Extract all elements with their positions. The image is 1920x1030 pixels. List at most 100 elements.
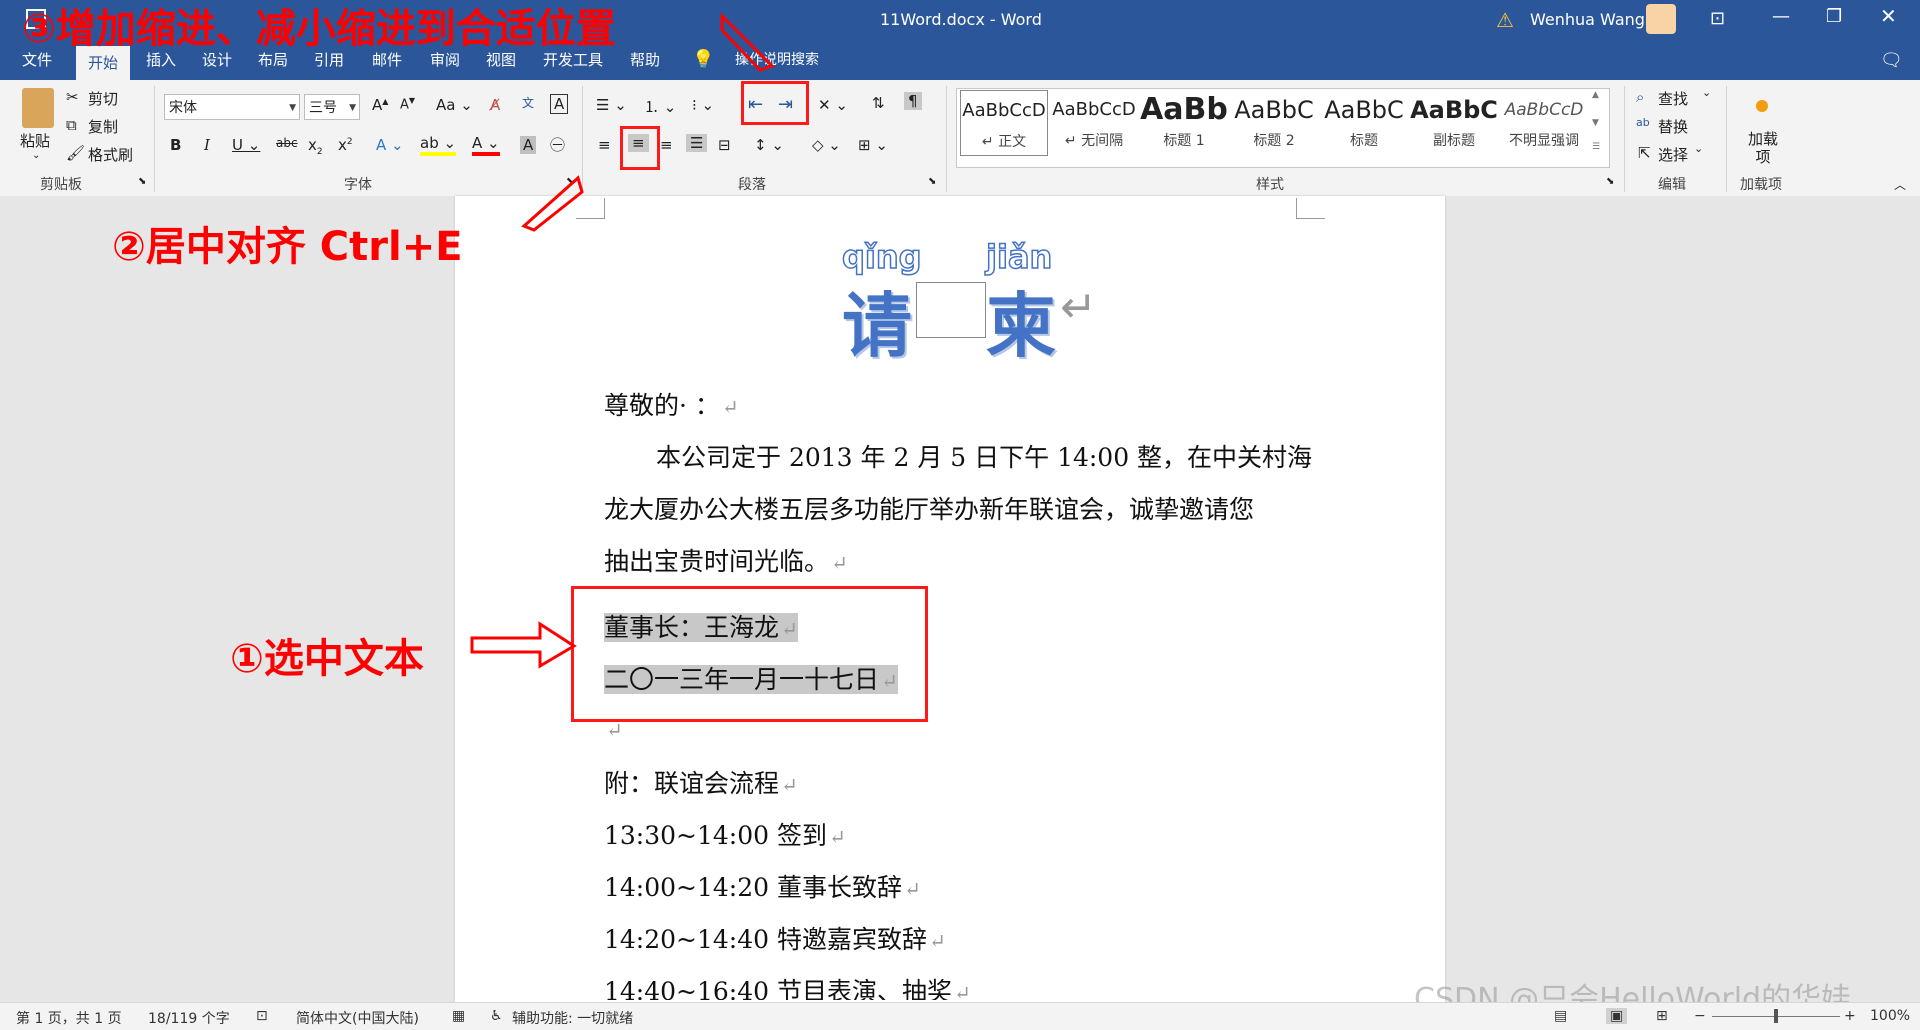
- print-layout-icon[interactable]: ▣: [1606, 1008, 1628, 1024]
- paste-button[interactable]: 粘贴: [20, 130, 50, 151]
- font-color-icon[interactable]: A ⌄: [472, 134, 500, 156]
- borders-icon[interactable]: ⊞ ⌄: [858, 136, 888, 154]
- body-line-1[interactable]: 本公司定于 2013 年 2 月 5 日下午 14:00 整，在中关村海: [656, 438, 1312, 474]
- clipboard-launcher-icon[interactable]: ⬊: [138, 176, 146, 187]
- addins-icon[interactable]: [1756, 100, 1768, 112]
- cut-icon[interactable]: ✂: [66, 88, 79, 106]
- italic-icon[interactable]: I: [204, 136, 210, 154]
- paste-dropdown-icon[interactable]: ⌄: [32, 150, 40, 161]
- style-subtitle[interactable]: AaBbC 副标题: [1410, 90, 1498, 156]
- find-button[interactable]: 查找: [1658, 88, 1688, 109]
- copy-icon[interactable]: ⧉: [66, 116, 77, 134]
- char-border-icon[interactable]: A: [550, 94, 569, 114]
- schedule-line[interactable]: 13:30~14:00 签到 ↵: [604, 816, 846, 852]
- accessibility-status[interactable]: 辅助功能: 一切就绪: [512, 1008, 633, 1028]
- numbering-icon[interactable]: ⒈ ⌄: [644, 96, 676, 117]
- find-icon[interactable]: ⌕: [1636, 88, 1644, 106]
- page-count[interactable]: 第 1 页，共 1 页: [16, 1008, 122, 1028]
- body-line-3[interactable]: 抽出宝贵时间光临。 ↵: [604, 542, 848, 578]
- salutation-line[interactable]: 尊敬的· ： ↵: [604, 386, 739, 422]
- format-painter-button[interactable]: 格式刷: [88, 144, 133, 165]
- avatar[interactable]: [1646, 4, 1676, 34]
- font-name-combo[interactable]: 宋体 ▼: [164, 94, 300, 120]
- select-button[interactable]: 选择: [1658, 144, 1688, 165]
- shrink-font-icon[interactable]: A▼: [400, 96, 415, 112]
- schedule-line[interactable]: 14:40~16:40 节目表演、抽奖 ↵: [604, 972, 971, 1000]
- collapse-ribbon-icon[interactable]: ︿: [1894, 176, 1906, 193]
- shading-icon[interactable]: ◇ ⌄: [812, 136, 841, 154]
- chinese-layout-icon[interactable]: ✕ ⌄: [818, 96, 848, 114]
- styles-launcher-icon[interactable]: ⬊: [1606, 176, 1614, 187]
- proofing-icon[interactable]: ⊡: [256, 1008, 268, 1024]
- cut-button[interactable]: 剪切: [88, 88, 118, 109]
- close-icon[interactable]: ✕: [1880, 4, 1897, 28]
- attach-line[interactable]: 附：联谊会流程 ↵: [604, 764, 798, 800]
- style-name: ↵ 无间隔: [1064, 133, 1124, 149]
- word-count[interactable]: 18/119 个字: [148, 1008, 230, 1028]
- schedule-line[interactable]: 14:00~14:20 董事长致辞 ↵: [604, 868, 921, 904]
- restore-icon[interactable]: ❐: [1826, 6, 1842, 27]
- justify-icon[interactable]: ☰: [686, 134, 708, 152]
- bold-icon[interactable]: B: [170, 136, 181, 154]
- multilevel-list-icon[interactable]: ⁝ ⌄: [692, 96, 714, 114]
- style-heading2[interactable]: AaBbC 标题 2: [1230, 90, 1318, 156]
- line-spacing-icon[interactable]: ↕ ⌄: [754, 136, 784, 154]
- user-name[interactable]: Wenhua Wang: [1530, 10, 1645, 29]
- phonetic-guide-icon[interactable]: 文: [522, 94, 534, 111]
- subscript-icon[interactable]: x2: [308, 136, 323, 157]
- schedule-line[interactable]: 14:20~14:40 特邀嘉宾致辞 ↵: [604, 920, 946, 956]
- minimize-icon[interactable]: —: [1772, 6, 1790, 27]
- annotation-step3: ③增加缩进、减小缩进到合适位置: [22, 6, 616, 52]
- distributed-icon[interactable]: ⊟: [718, 136, 731, 154]
- tab-help[interactable]: 帮助: [620, 40, 670, 80]
- font-size-combo[interactable]: 三号 ▼: [304, 94, 360, 120]
- read-mode-icon[interactable]: ▤: [1554, 1008, 1567, 1024]
- show-marks-icon[interactable]: ¶: [904, 92, 922, 110]
- highlight-icon[interactable]: ab ⌄: [420, 134, 457, 156]
- change-case-icon[interactable]: Aa ⌄: [436, 96, 473, 114]
- align-right-icon[interactable]: ≡: [660, 136, 673, 154]
- addins-button[interactable]: 加载项: [1748, 130, 1778, 166]
- sort-icon[interactable]: ⇅: [872, 94, 885, 112]
- enclose-char-icon[interactable]: ㊀: [550, 134, 565, 155]
- styles-scroll-up-icon[interactable]: ▲: [1592, 90, 1599, 100]
- superscript-icon[interactable]: x2: [338, 136, 353, 154]
- replace-button[interactable]: 替换: [1658, 116, 1688, 137]
- style-name: 副标题: [1433, 133, 1475, 149]
- ribbon-display-icon[interactable]: ⊡: [1710, 8, 1725, 29]
- paste-icon[interactable]: [22, 88, 54, 128]
- web-layout-icon[interactable]: ⊞: [1656, 1008, 1668, 1024]
- replace-icon[interactable]: ab: [1636, 116, 1650, 129]
- bullets-icon[interactable]: ☰ ⌄: [596, 96, 627, 114]
- style-heading1[interactable]: AaBb 标题 1: [1140, 90, 1228, 156]
- grow-font-icon[interactable]: A▲: [372, 96, 388, 114]
- strikethrough-icon[interactable]: abc: [276, 136, 298, 150]
- text-effects-icon[interactable]: A ⌄: [376, 136, 404, 154]
- char-shading-icon[interactable]: A: [520, 136, 537, 154]
- body-line-2[interactable]: 龙大厦办公大楼五层多功能厅举办新年联谊会，诚挚邀请您: [604, 490, 1254, 526]
- style-normal[interactable]: AaBbCcD ↵ 正文: [960, 90, 1048, 156]
- styles-more-icon[interactable]: ☰: [1592, 142, 1600, 152]
- zoom-out-icon[interactable]: −: [1694, 1008, 1706, 1024]
- copy-button[interactable]: 复制: [88, 116, 118, 137]
- accessibility-icon[interactable]: ♿: [490, 1008, 503, 1024]
- find-dropdown-icon[interactable]: ⌄: [1702, 86, 1711, 99]
- format-painter-icon[interactable]: 🖌: [66, 144, 85, 162]
- style-subtle-emphasis[interactable]: AaBbCcD 不明显强调: [1500, 90, 1588, 156]
- comments-icon[interactable]: 🗨: [1880, 50, 1903, 71]
- macro-icon[interactable]: ▦: [452, 1008, 465, 1024]
- style-title[interactable]: AaBbC 标题: [1320, 90, 1408, 156]
- align-left-icon[interactable]: ≡: [598, 136, 611, 154]
- zoom-level[interactable]: 100%: [1870, 1008, 1910, 1024]
- select-dropdown-icon[interactable]: ⌄: [1694, 142, 1703, 155]
- language[interactable]: 简体中文(中国大陆): [296, 1008, 419, 1028]
- paragraph-launcher-icon[interactable]: ⬊: [928, 176, 936, 187]
- warning-icon[interactable]: ⚠: [1496, 8, 1514, 32]
- clear-format-icon[interactable]: A̸: [490, 96, 500, 114]
- underline-icon[interactable]: U ⌄: [232, 136, 260, 154]
- zoom-slider-thumb[interactable]: [1774, 1009, 1778, 1023]
- select-icon[interactable]: ⇱: [1638, 144, 1651, 162]
- style-no-spacing[interactable]: AaBbCcD ↵ 无间隔: [1050, 90, 1138, 156]
- zoom-in-icon[interactable]: +: [1844, 1008, 1856, 1024]
- styles-scroll-down-icon[interactable]: ▼: [1592, 118, 1599, 128]
